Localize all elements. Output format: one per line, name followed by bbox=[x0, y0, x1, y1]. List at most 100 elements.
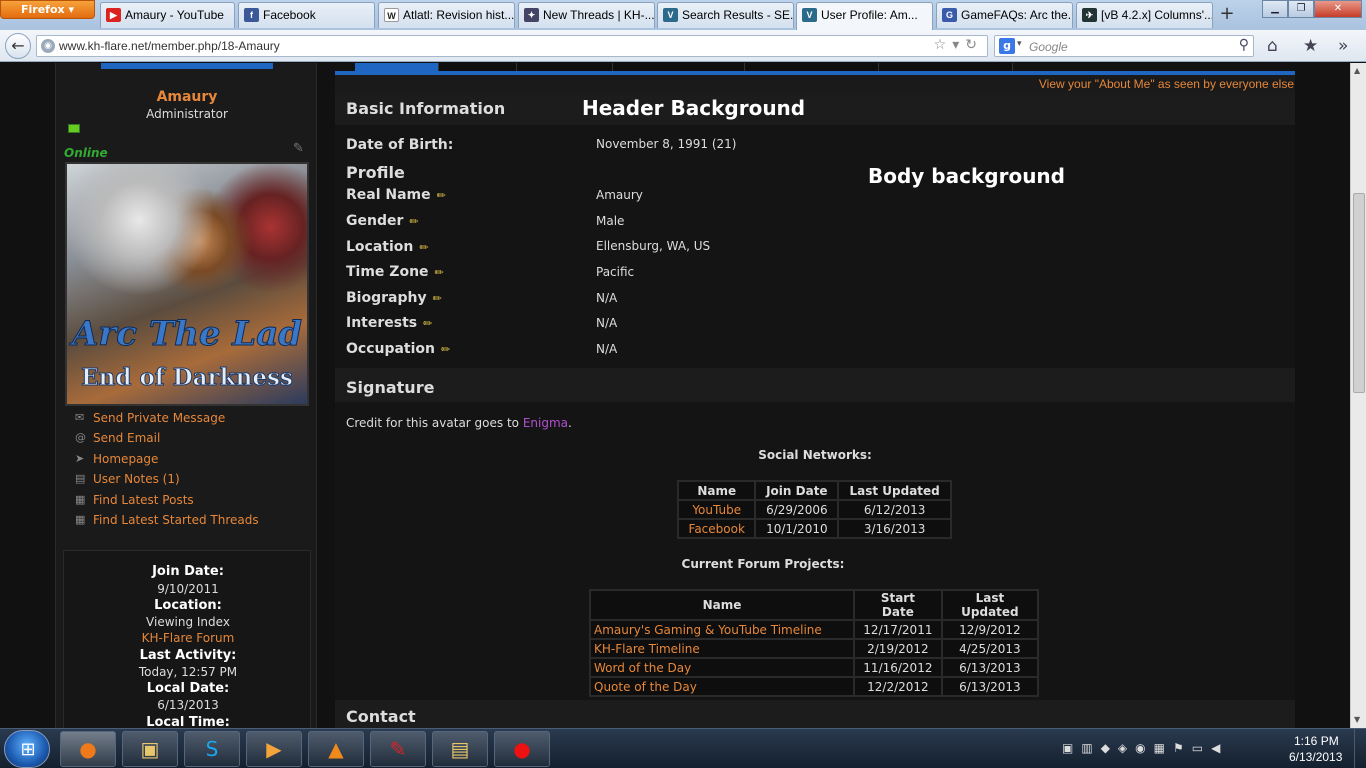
tab-gamefaqs[interactable]: G GameFAQs: Arc the... bbox=[936, 2, 1073, 28]
edit-pencil-icon[interactable]: ✏ bbox=[441, 343, 450, 356]
firefox-menu-button[interactable]: Firefox ▾ bbox=[0, 0, 95, 19]
join-date-value: 9/10/2011 bbox=[157, 582, 219, 596]
minimize-button[interactable]: ▁ bbox=[1262, 0, 1288, 18]
reload-icon[interactable]: ↻ bbox=[965, 37, 983, 53]
start-button[interactable]: ⊞ bbox=[4, 730, 50, 768]
posts-icon: ▦ bbox=[75, 493, 86, 506]
last-activity-label: Last Activity: bbox=[139, 648, 237, 663]
folder-window-icon: ▣ bbox=[140, 737, 160, 761]
join-date-label: Join Date: bbox=[152, 564, 224, 579]
find-latest-threads-link[interactable]: Find Latest Started Threads bbox=[93, 513, 259, 527]
bookmark-star-icon[interactable]: ☆ bbox=[934, 37, 953, 53]
back-button[interactable]: ← bbox=[5, 33, 31, 59]
tab-3[interactable] bbox=[517, 63, 613, 71]
media-player-icon: ▶ bbox=[266, 737, 282, 761]
tab-user-profile[interactable]: V User Profile: Am... bbox=[796, 2, 933, 30]
taskbar-skype[interactable]: S bbox=[184, 731, 240, 767]
status-icon bbox=[68, 124, 80, 133]
facebook-link[interactable]: Facebook bbox=[676, 518, 757, 539]
find-latest-posts-link[interactable]: Find Latest Posts bbox=[93, 493, 194, 507]
tab-search-results[interactable]: V Search Results - SE... bbox=[657, 2, 794, 28]
tray-volume-icon[interactable]: ◀ bbox=[1211, 741, 1228, 755]
bookmarks-icon[interactable]: ★ bbox=[1303, 36, 1318, 56]
search-icon[interactable]: ⚲ bbox=[1239, 37, 1249, 53]
send-email-link[interactable]: Send Email bbox=[93, 431, 160, 445]
tray-security-icon[interactable]: ◆ bbox=[1101, 741, 1118, 755]
taskbar-explorer-app[interactable]: ▣ bbox=[122, 731, 178, 767]
tab-vb-columns[interactable]: ✈ [vB 4.2.x] Columns'... bbox=[1076, 2, 1213, 28]
scroll-up-icon[interactable]: ▲ bbox=[1354, 66, 1360, 75]
tab-2[interactable] bbox=[439, 63, 517, 71]
new-tab-button[interactable]: + bbox=[1216, 4, 1238, 26]
tab-about-me[interactable] bbox=[355, 63, 439, 71]
edit-pencil-icon[interactable]: ✏ bbox=[409, 215, 418, 228]
location-forum-link[interactable]: KH-Flare Forum bbox=[64, 631, 312, 645]
url-bar[interactable]: ◉ www.kh-flare.net/member.php/18-Amaury … bbox=[36, 35, 988, 57]
taskbar-file-explorer[interactable]: ▤ bbox=[432, 731, 488, 767]
user-notes-link[interactable]: User Notes (1) bbox=[93, 472, 180, 486]
firefox-menu-label: Firefox bbox=[21, 3, 65, 16]
edit-pencil-icon[interactable]: ✏ bbox=[423, 317, 432, 330]
basic-info-title: Basic Information bbox=[346, 99, 506, 118]
scroll-down-icon[interactable]: ▼ bbox=[1354, 715, 1360, 724]
youtube-link[interactable]: YouTube bbox=[676, 499, 757, 520]
tray-app-icon[interactable]: ▣ bbox=[1062, 741, 1081, 755]
tab-5[interactable] bbox=[745, 63, 879, 71]
column-header: Last Updated bbox=[837, 480, 952, 501]
maximize-button[interactable]: ❐ bbox=[1288, 0, 1314, 18]
search-bar[interactable]: g ▾ Google ⚲ bbox=[994, 35, 1254, 57]
avatar: Arc The Lad End of Darkness bbox=[65, 162, 309, 406]
taskbar-vlc[interactable]: ▲ bbox=[308, 731, 364, 767]
column-header: Join Date bbox=[754, 480, 840, 501]
field-real-name: Real Name ✏ bbox=[346, 187, 446, 203]
edit-pencil-icon[interactable]: ✏ bbox=[419, 241, 428, 254]
tab-6[interactable] bbox=[879, 63, 1013, 71]
view-about-me-link[interactable]: View your "About Me" as seen by everyone… bbox=[1039, 77, 1294, 91]
gamefaqs-icon: G bbox=[942, 8, 957, 22]
scroll-thumb[interactable] bbox=[1353, 193, 1365, 393]
profile-main: View your "About Me" as seen by everyone… bbox=[335, 63, 1295, 728]
clock-date[interactable]: 6/13/2013 bbox=[1289, 750, 1342, 764]
tab-youtube[interactable]: ▶ Amaury - YouTube bbox=[100, 2, 235, 28]
value-biography: N/A bbox=[596, 291, 618, 305]
tool-icon: ✎ bbox=[389, 737, 407, 761]
tray-flag-icon[interactable]: ⚑ bbox=[1173, 741, 1192, 755]
project-link[interactable]: KH-Flare Timeline bbox=[589, 638, 855, 659]
tab-facebook[interactable]: f Facebook bbox=[238, 2, 375, 28]
close-window-button[interactable]: ✕ bbox=[1314, 0, 1362, 18]
tab-new-threads[interactable]: ✦ New Threads | KH-... bbox=[518, 2, 655, 28]
edit-avatar-icon[interactable]: ✎ bbox=[293, 141, 304, 156]
tray-sync-icon[interactable]: ◈ bbox=[1118, 741, 1135, 755]
project-link[interactable]: Word of the Day bbox=[589, 657, 855, 678]
home-icon[interactable]: ⌂ bbox=[1267, 36, 1278, 56]
tray-update-icon[interactable]: ◉ bbox=[1135, 741, 1153, 755]
taskbar-recorder[interactable]: ● bbox=[494, 731, 550, 767]
edit-pencil-icon[interactable]: ✏ bbox=[437, 189, 446, 202]
edit-pencil-icon[interactable]: ✏ bbox=[433, 292, 442, 305]
homepage-link[interactable]: Homepage bbox=[93, 452, 158, 466]
record-icon: ● bbox=[513, 737, 531, 761]
send-private-message-link[interactable]: Send Private Message bbox=[93, 411, 225, 425]
project-link[interactable]: Amaury's Gaming & YouTube Timeline bbox=[589, 619, 855, 640]
taskbar-chemistry-app[interactable]: ✎ bbox=[370, 731, 426, 767]
show-desktop-button[interactable] bbox=[1354, 729, 1366, 768]
tray-device-icon[interactable]: ▦ bbox=[1154, 741, 1173, 755]
column-header: Name bbox=[676, 480, 757, 501]
tab-wikipedia[interactable]: W Atlatl: Revision hist... bbox=[378, 2, 515, 28]
google-icon[interactable]: g bbox=[999, 38, 1015, 54]
tab-4[interactable] bbox=[613, 63, 745, 71]
tray-network-icon[interactable]: ▥ bbox=[1081, 741, 1100, 755]
project-link[interactable]: Quote of the Day bbox=[589, 676, 855, 697]
enigma-link[interactable]: Enigma bbox=[523, 416, 568, 430]
cursor-icon: ➤ bbox=[75, 452, 85, 465]
tray-display-icon[interactable]: ▭ bbox=[1192, 741, 1211, 755]
menu-icon[interactable]: » bbox=[1338, 36, 1348, 56]
edit-pencil-icon[interactable]: ✏ bbox=[435, 266, 444, 279]
dropdown-icon[interactable]: ▾ bbox=[952, 37, 965, 53]
taskbar-media[interactable]: ▶ bbox=[246, 731, 302, 767]
page-scrollbar[interactable]: ▲ ▼ bbox=[1350, 63, 1366, 728]
system-tray: ▣▥◆◈◉▦⚑▭◀ bbox=[1062, 741, 1228, 755]
taskbar-firefox[interactable]: ● bbox=[60, 731, 116, 767]
search-placeholder: Google bbox=[1029, 40, 1068, 54]
clock-time[interactable]: 1:16 PM bbox=[1294, 734, 1339, 748]
